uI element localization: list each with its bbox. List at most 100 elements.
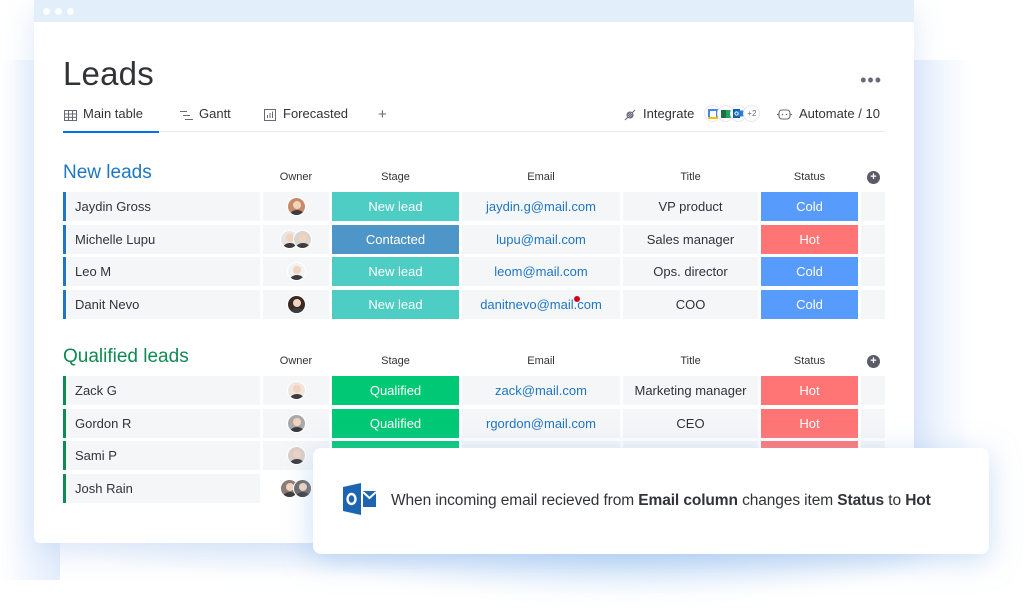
row-end-cell xyxy=(861,289,885,319)
window-dot xyxy=(55,7,62,15)
item-name[interactable]: Michelle Lupu xyxy=(63,224,260,254)
column-header-email[interactable]: Email xyxy=(462,171,620,183)
recipe-text: When incoming email recieved from xyxy=(391,492,639,509)
add-column-button[interactable]: + xyxy=(867,355,880,368)
column-header-email[interactable]: Email xyxy=(462,355,620,367)
automation-recipe-text: When incoming email recieved from Email … xyxy=(391,492,931,510)
cursor-indicator xyxy=(574,295,580,302)
column-header-status[interactable]: Status xyxy=(761,171,858,183)
table-row[interactable]: Zack G Qualified zack@mail.com Marketing… xyxy=(63,376,885,405)
stage-label[interactable]: New lead xyxy=(332,289,459,319)
owner-cell[interactable] xyxy=(263,408,329,438)
integration-apps: +2 xyxy=(704,105,761,122)
more-options-icon[interactable]: ••• xyxy=(860,70,882,91)
window-dot xyxy=(43,7,50,15)
board-title: Leads xyxy=(63,55,154,92)
status-label[interactable]: Hot xyxy=(761,376,858,405)
item-name[interactable]: Gordon R xyxy=(63,408,260,438)
table-row[interactable]: Michelle Lupu Contacted lupu@mail.com Sa… xyxy=(63,224,885,254)
owner-cell[interactable] xyxy=(263,376,329,405)
table-row[interactable]: Gordon R Qualified rgordon@mail.com CEO … xyxy=(63,408,885,438)
item-name[interactable]: Jaydin Gross xyxy=(63,192,260,221)
table-row[interactable]: Leo M New lead leom@mail.com Ops. direct… xyxy=(63,257,885,286)
status-label[interactable]: Hot xyxy=(761,224,858,254)
stage-label[interactable]: Contacted xyxy=(332,224,459,254)
tab-main-table[interactable]: Main table xyxy=(63,106,159,133)
item-name[interactable]: Leo M xyxy=(63,257,260,286)
recipe-text: changes item xyxy=(737,492,838,509)
item-name[interactable]: Josh Rain xyxy=(63,473,260,503)
column-header-owner[interactable]: Owner xyxy=(263,355,329,367)
title-cell[interactable]: Marketing manager xyxy=(623,376,758,405)
email-link[interactable]: rgordon@mail.com xyxy=(462,408,620,438)
stage-label[interactable]: New lead xyxy=(332,257,459,286)
stage-label[interactable]: Qualified xyxy=(332,408,459,438)
title-cell[interactable]: Ops. director xyxy=(623,257,758,286)
column-header-owner[interactable]: Owner xyxy=(263,171,329,183)
integrate-button[interactable]: Integrate +2 xyxy=(623,105,761,122)
stage-label[interactable]: Qualified xyxy=(332,376,459,405)
item-name[interactable]: Sami P xyxy=(63,441,260,470)
column-header-stage[interactable]: Stage xyxy=(332,355,459,367)
avatar xyxy=(286,413,306,433)
owner-cell[interactable] xyxy=(263,257,329,286)
column-header-title[interactable]: Title xyxy=(623,355,758,367)
group-title[interactable]: Qualified leads xyxy=(63,346,189,368)
avatar xyxy=(286,381,306,400)
group-header: New leads Owner Stage Email Title Status… xyxy=(63,162,885,192)
recipe-text: to xyxy=(884,492,906,509)
table-row[interactable]: Jaydin Gross New lead jaydin.g@mail.com … xyxy=(63,192,885,221)
integrate-label: Integrate xyxy=(643,106,695,121)
status-label[interactable]: Cold xyxy=(761,192,858,221)
window-titlebar xyxy=(34,0,914,22)
automate-button[interactable]: Automate / 10 xyxy=(777,106,880,121)
more-integrations-count: +2 xyxy=(743,105,761,122)
tab-gantt[interactable]: Gantt xyxy=(179,106,231,132)
email-link[interactable]: lupu@mail.com xyxy=(462,224,620,254)
title-cell[interactable]: CEO xyxy=(623,408,758,438)
automation-recipe-card[interactable]: When incoming email recieved from Email … xyxy=(313,448,989,554)
column-header-status[interactable]: Status xyxy=(761,355,858,367)
title-cell[interactable]: VP product xyxy=(623,192,758,221)
avatar xyxy=(286,262,306,281)
tab-label: Gantt xyxy=(199,106,231,121)
view-tabs: Main table Gantt Forecasted + Integrate xyxy=(63,105,885,133)
owner-cell[interactable] xyxy=(263,289,329,319)
group-title[interactable]: New leads xyxy=(63,162,152,184)
email-link[interactable]: leom@mail.com xyxy=(462,257,620,286)
status-label[interactable]: Cold xyxy=(761,289,858,319)
column-header-stage[interactable]: Stage xyxy=(332,171,459,183)
item-name[interactable]: Zack G xyxy=(63,376,260,405)
stage-label[interactable]: New lead xyxy=(332,192,459,221)
email-link[interactable]: danitnevo@mail.com xyxy=(462,289,620,319)
status-label[interactable]: Cold xyxy=(761,257,858,286)
plug-icon xyxy=(623,108,637,122)
email-text: danitnevo@mail.com xyxy=(480,296,602,312)
recipe-value-hot[interactable]: Hot xyxy=(905,492,931,509)
email-link[interactable]: jaydin.g@mail.com xyxy=(462,192,620,221)
column-header-title[interactable]: Title xyxy=(623,171,758,183)
tab-label: Forecasted xyxy=(283,106,349,121)
chart-icon xyxy=(263,108,277,122)
avatar xyxy=(293,229,312,249)
email-link[interactable]: zack@mail.com xyxy=(462,376,620,405)
tab-forecasted[interactable]: Forecasted xyxy=(263,106,348,132)
automate-label: Automate / 10 xyxy=(799,106,880,121)
title-cell[interactable]: Sales manager xyxy=(623,224,758,254)
recipe-field-status[interactable]: Status xyxy=(837,492,884,509)
add-view-button[interactable]: + xyxy=(378,106,387,132)
outlook-icon xyxy=(343,482,377,520)
tab-label: Main table xyxy=(83,106,143,121)
avatar xyxy=(293,478,312,498)
owner-cell[interactable] xyxy=(263,224,329,254)
table-row[interactable]: Danit Nevo New lead danitnevo@mail.com C… xyxy=(63,289,885,319)
row-end-cell xyxy=(861,257,885,286)
item-name[interactable]: Danit Nevo xyxy=(63,289,260,319)
status-label[interactable]: Hot xyxy=(761,408,858,438)
add-column-button[interactable]: + xyxy=(867,171,880,184)
avatar xyxy=(286,294,306,314)
recipe-field-email-column[interactable]: Email column xyxy=(638,492,738,509)
gantt-icon xyxy=(179,108,193,122)
title-cell[interactable]: COO xyxy=(623,289,758,319)
owner-cell[interactable] xyxy=(263,192,329,221)
